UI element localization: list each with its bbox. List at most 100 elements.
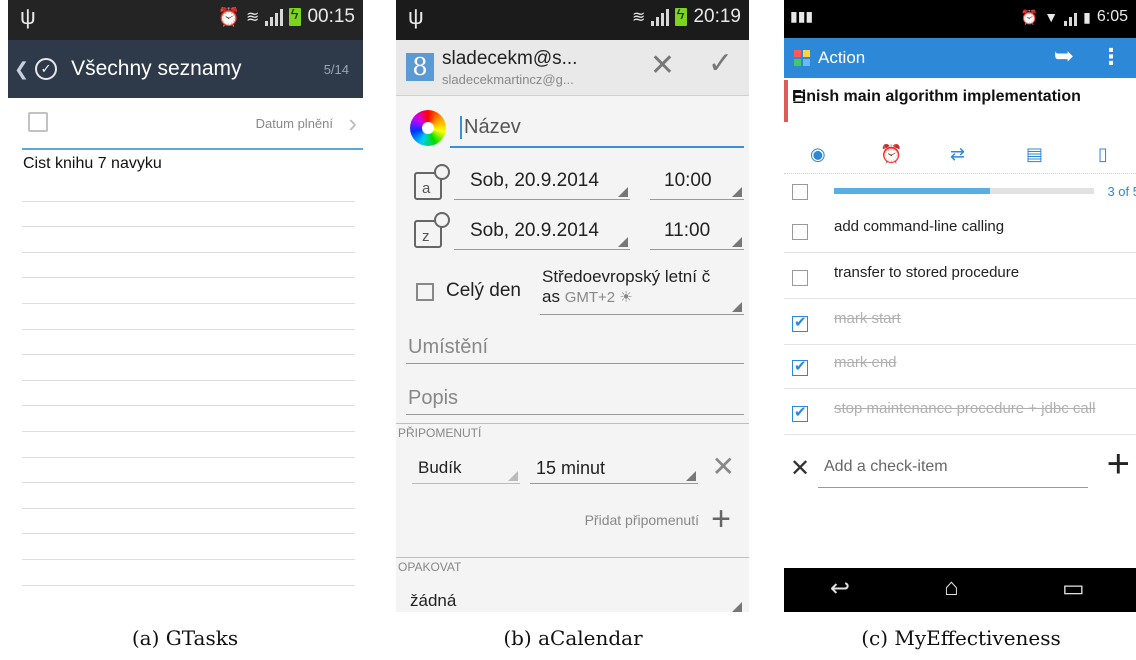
reminder-time-picker[interactable]: 15 minut <box>530 452 698 484</box>
item-separator <box>784 434 1136 435</box>
checklist-item[interactable]: transfer to stored procedure <box>834 264 1019 281</box>
reminder-type-picker[interactable]: Budík <box>412 452 520 484</box>
timezone-picker[interactable]: Středoevropský letní č as GMT+2 ☀ <box>540 267 744 315</box>
timezone-line1: Středoevropský letní č <box>542 267 711 286</box>
caption-acalendar: (b) aCalendar <box>503 626 643 650</box>
color-picker-icon[interactable] <box>410 110 446 146</box>
reminder-type: Budík <box>418 458 462 477</box>
cancel-add-icon[interactable]: ✕ <box>790 454 810 483</box>
action-bar: Action ➥ ⋮ <box>784 38 1136 78</box>
reminders-section-header: PŘIPOMENUTÍ <box>396 423 749 440</box>
end-date: Sob, 20.9.2014 <box>470 220 599 241</box>
checklist-item[interactable]: mark end <box>834 354 897 371</box>
battery-charging-icon <box>289 6 302 26</box>
caption-myeffectiveness: (c) MyEffectiveness <box>861 626 1061 650</box>
task-count: 5/14 <box>323 61 349 77</box>
signal-icon <box>265 8 284 26</box>
battery-charging-icon <box>675 6 688 26</box>
recents-nav-icon[interactable]: ▭ <box>1062 574 1085 603</box>
start-date-picker[interactable]: Sob, 20.9.2014 <box>454 166 630 200</box>
action-bar-title: Action <box>818 48 866 67</box>
item-separator <box>784 298 1136 299</box>
alarm-icon: ⏰ <box>1020 8 1039 25</box>
checklist-item[interactable]: add command-line calling <box>834 218 1004 235</box>
add-check-item-placeholder: Add a check-item <box>824 458 948 475</box>
start-calendar-icon: a <box>414 164 450 200</box>
app-header: ❮ ✓ Všechny seznamy 5/14 <box>8 40 363 98</box>
list-icon[interactable]: ☰ <box>792 88 1126 108</box>
all-day-label[interactable]: Celý den <box>446 280 521 302</box>
task-toolbar: ◉ ⏰ ⇄ ▤ ▯ <box>784 140 1136 174</box>
remove-reminder-icon[interactable]: ✕ <box>712 450 735 483</box>
radio-icon[interactable]: ◉ <box>810 144 826 165</box>
add-check-item-input[interactable]: Add a check-item <box>818 454 1088 488</box>
checklist-item-checkbox[interactable] <box>792 357 808 376</box>
usb-icon: ψ <box>20 4 36 29</box>
task-title-row[interactable]: Finish main algorithm implementation ☰ <box>784 80 1136 122</box>
item-separator <box>784 388 1136 389</box>
checklist-item-checkbox[interactable] <box>792 403 808 422</box>
new-task-checkbox[interactable] <box>28 112 48 132</box>
start-time: 10:00 <box>664 170 712 191</box>
checklist-master-checkbox[interactable] <box>792 184 808 200</box>
account-bar: 8 sladecekm@s... sladecekmartincz@g... ✕… <box>396 40 749 96</box>
gtasks-screen: ψ ⏰ ≋ 00:15 ❮ ✓ Všechny seznamy 5/14 Dat… <box>8 0 363 612</box>
all-day-checkbox[interactable] <box>416 283 434 301</box>
list-title[interactable]: Všechny seznamy <box>71 57 241 81</box>
overflow-menu-icon[interactable]: ⋮ <box>1100 44 1122 70</box>
repeat-picker[interactable]: žádná <box>406 583 744 612</box>
checklist-item[interactable]: mark start <box>834 310 901 327</box>
status-bar: ▮▮▮ ⏰ ▼ ▮ 6:05 <box>784 0 1136 38</box>
checklist-item[interactable]: stop maintenance procedure + jdbc call <box>834 400 1095 417</box>
end-date-picker[interactable]: Sob, 20.9.2014 <box>454 216 630 250</box>
alarm-clock-icon[interactable]: ⏰ <box>880 144 902 165</box>
google-account-icon: 8 <box>406 53 434 81</box>
timezone-line2: as <box>542 287 560 306</box>
cancel-icon[interactable]: ✕ <box>650 48 675 83</box>
status-time: 6:05 <box>1096 8 1128 25</box>
description-input[interactable]: Popis <box>406 383 744 415</box>
location-input[interactable]: Umístění <box>406 332 744 364</box>
barcode-icon: ▮▮▮ <box>790 8 814 24</box>
end-time-picker[interactable]: 11:00 <box>650 216 744 250</box>
wifi-icon: ▼ <box>1044 9 1059 25</box>
new-task-row[interactable]: Datum plnění › <box>22 108 363 150</box>
add-reminder-plus-icon[interactable]: + <box>711 500 731 539</box>
checklist-item-checkbox[interactable] <box>792 270 808 286</box>
home-nav-icon[interactable]: ⌂ <box>944 574 959 602</box>
account-name[interactable]: sladecekm@s... <box>442 48 577 70</box>
repeat-icon[interactable]: ⇄ <box>950 144 965 165</box>
due-date-button[interactable]: Datum plnění <box>256 116 333 131</box>
reminder-time: 15 minut <box>536 458 606 478</box>
checklist-item-checkbox[interactable] <box>792 313 808 332</box>
task-item[interactable]: Cist knihu 7 navyku <box>23 155 162 173</box>
description-placeholder: Popis <box>408 387 459 409</box>
wifi-icon: ≋ <box>246 9 260 26</box>
signal-icon <box>1064 8 1078 26</box>
chevron-right-icon[interactable]: › <box>348 108 357 139</box>
notes-icon[interactable]: ▤ <box>1026 144 1043 165</box>
alarm-icon: ⏰ <box>217 6 241 27</box>
start-time-picker[interactable]: 10:00 <box>650 166 744 200</box>
back-chevron-icon[interactable]: ❮ <box>14 59 29 80</box>
save-check-icon[interactable]: ✓ <box>708 46 733 81</box>
repeat-value: žádná <box>410 591 457 610</box>
account-email[interactable]: sladecekmartincz@g... <box>442 72 574 87</box>
status-bar: ψ ≋ 20:19 <box>396 0 749 40</box>
app-check-icon[interactable]: ✓ <box>35 58 58 80</box>
location-placeholder: Umístění <box>408 336 489 358</box>
back-nav-icon[interactable]: ↩ <box>830 574 850 603</box>
item-separator <box>784 344 1136 345</box>
add-check-item-plus-icon[interactable]: + <box>1107 444 1130 484</box>
app-logo-icon[interactable] <box>794 50 810 66</box>
repeat-section-header: OPAKOVAT <box>396 557 749 574</box>
add-reminder-button[interactable]: Přidat připomenutí <box>585 512 699 528</box>
start-date: Sob, 20.9.2014 <box>470 170 599 191</box>
wifi-icon: ≋ <box>632 9 646 26</box>
checklist-item-checkbox[interactable] <box>792 224 808 240</box>
event-title-input[interactable]: Název <box>450 112 744 148</box>
progress-fill <box>834 188 990 194</box>
calendar-icon[interactable]: ▯ <box>1098 144 1108 165</box>
reply-arrow-icon[interactable]: ➥ <box>1054 42 1074 71</box>
signal-icon <box>651 8 670 26</box>
